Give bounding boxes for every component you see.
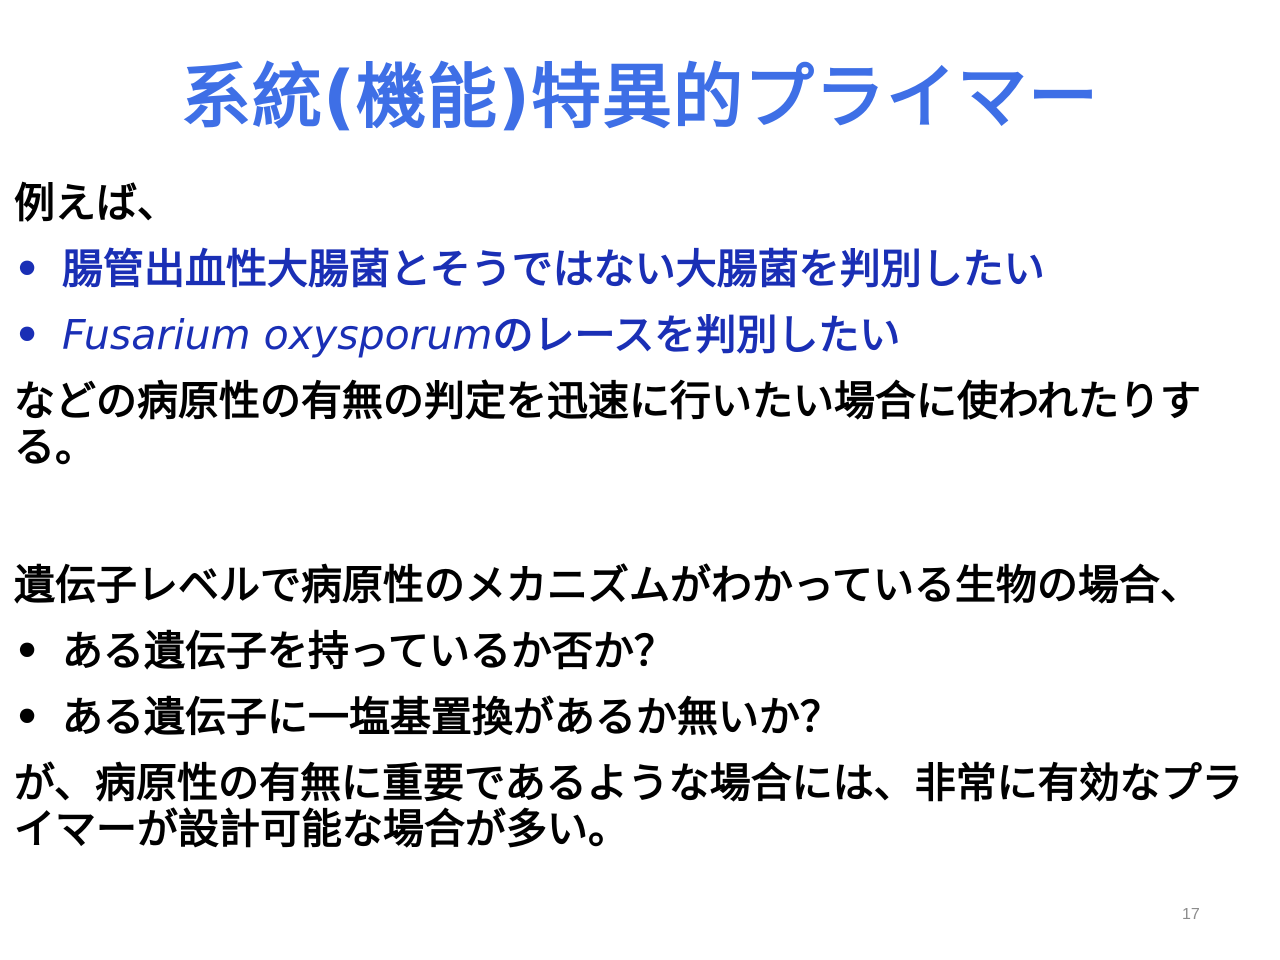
bullet-text: のレースを判別したい: [492, 311, 901, 359]
bullet-text: ある遺伝子に一塩基置換があるか無いか？: [62, 693, 841, 741]
bullet-dot: •: [14, 693, 41, 741]
bullet-text: 腸管出血性大腸菌とそうではない大腸菌を判別したい: [62, 245, 1045, 293]
bullet-dot: •: [14, 311, 41, 359]
paragraph: 遺伝子レベルで病原性のメカニズムがわかっている生物の場合、: [14, 561, 1201, 609]
bullet-item: • ある遺伝子に一塩基置換があるか無いか？: [14, 694, 1264, 740]
bullet-text: ある遺伝子を持っているか否か？: [62, 627, 675, 675]
bullet-item: • 腸管出血性大腸菌とそうではない大腸菌を判別したい: [14, 246, 1264, 292]
slide: 系統(機能)特異的プライマー 例えば、 • 腸管出血性大腸菌とそうではない大腸菌…: [0, 0, 1280, 960]
paragraph: などの病原性の有無の判定を迅速に行いたい場合に使われたりする。: [14, 377, 1201, 471]
page-number: 17: [1182, 906, 1200, 923]
paragraph: が、病原性の有無に重要であるような場合には、非常に有効なプライマーが設計可能な場…: [14, 759, 1243, 853]
slide-title: 系統(機能)特異的プライマー: [181, 56, 1099, 138]
slide-body: 例えば、 • 腸管出血性大腸菌とそうではない大腸菌を判別したい • Fusari…: [14, 180, 1264, 852]
bullet-dot: •: [14, 245, 41, 293]
bullet-item: • ある遺伝子を持っているか否か？: [14, 628, 1264, 674]
bullet-dot: •: [14, 627, 41, 675]
bullet-item: • Fusarium oxysporumのレースを判別したい: [14, 312, 1264, 358]
intro-text: 例えば、: [14, 179, 178, 227]
species-name: Fusarium oxysporum: [62, 311, 493, 359]
